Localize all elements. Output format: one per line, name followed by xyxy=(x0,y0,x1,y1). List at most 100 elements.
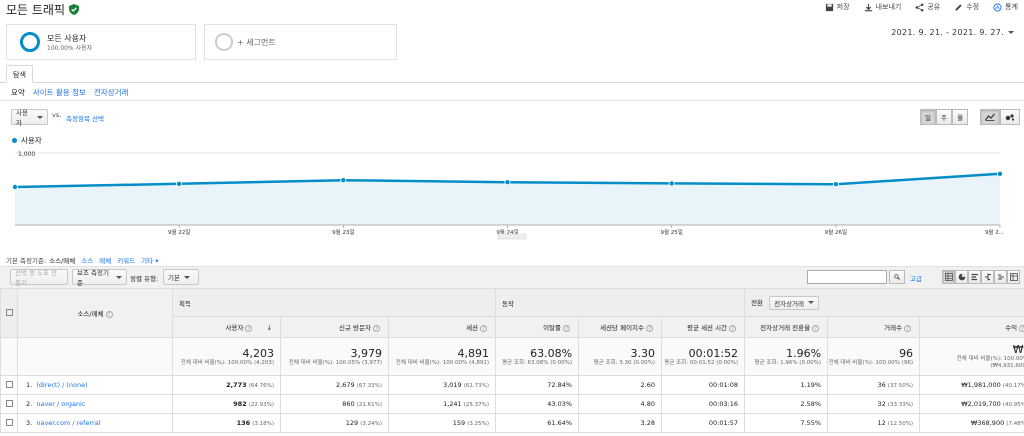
help-icon[interactable]: ? xyxy=(904,325,912,332)
help-icon[interactable]: ? xyxy=(105,311,113,318)
granularity-day-button[interactable]: 일 xyxy=(920,109,936,125)
row-users: 982 (22.93%) xyxy=(172,394,281,414)
data-point xyxy=(668,180,675,187)
table-search-input[interactable] xyxy=(807,270,887,284)
row-checkbox[interactable] xyxy=(5,399,13,407)
secondary-dimension-select[interactable]: 보조 측정기준 xyxy=(72,269,127,287)
add-segment-label: + 세그먼트 xyxy=(237,38,276,47)
col-users[interactable]: 사용자? ↓ xyxy=(172,316,281,338)
subtab-summary[interactable]: 요약 xyxy=(11,87,25,98)
pivot-view-button[interactable] xyxy=(1007,270,1020,284)
row-checkbox[interactable] xyxy=(5,380,13,388)
dimension-source-medium: 소스/매체 xyxy=(49,257,76,265)
data-point xyxy=(340,177,347,184)
row-checkbox[interactable] xyxy=(5,418,13,426)
search-button[interactable] xyxy=(889,270,905,284)
export-button[interactable]: 내보내기 xyxy=(864,2,901,12)
motion-chart-button[interactable] xyxy=(1000,109,1020,125)
dimension-source[interactable]: 소스 xyxy=(81,255,93,265)
performance-view-button[interactable] xyxy=(968,270,981,284)
edit-button[interactable]: 수정 xyxy=(954,2,979,12)
row-sessions-pct: (25.37%) xyxy=(463,402,490,408)
table-view-toggle xyxy=(942,270,1020,284)
save-button[interactable]: 저장 xyxy=(825,2,850,12)
total-value: 00:01:52 xyxy=(688,346,739,360)
row-sessions-pct: (3.25%) xyxy=(467,421,490,427)
help-icon[interactable]: ? xyxy=(563,325,571,332)
save-label: 저장 xyxy=(836,3,850,11)
col-transactions[interactable]: 거래수? xyxy=(827,316,921,338)
row-new-visitors: 2,679 (67.33%) xyxy=(280,375,389,395)
help-icon[interactable]: ? xyxy=(245,325,253,332)
sort-type-select[interactable]: 기본 xyxy=(163,269,199,285)
help-icon[interactable]: ? xyxy=(646,325,654,332)
help-icon[interactable]: ? xyxy=(373,325,380,332)
row-revenue-pct: (7.48%) xyxy=(1006,421,1024,427)
row-revenue: ₩2,019,700 (40.95%) xyxy=(919,394,1024,414)
share-button[interactable]: 공유 xyxy=(915,2,940,12)
chevron-down-icon xyxy=(808,301,815,304)
advanced-filter-link[interactable]: 고급 xyxy=(910,273,922,283)
term-cloud-view-button[interactable] xyxy=(994,270,1007,284)
col-new-visitors[interactable]: 신규 방문자? xyxy=(280,316,389,338)
granularity-week-button[interactable]: 주 xyxy=(935,109,952,125)
col-sessions[interactable]: 세션? xyxy=(387,316,497,338)
col-pages-per-session-label: 세션당 페이지수 xyxy=(600,324,645,332)
table-view-button[interactable] xyxy=(942,270,955,284)
conversion-select[interactable]: 전자상거래 xyxy=(769,295,820,310)
subtab-ecommerce[interactable]: 전자상거래 xyxy=(94,87,129,98)
dimension-header-label: 소스/매체 xyxy=(77,310,104,318)
sort-desc-icon: ↓ xyxy=(266,324,272,332)
row-checkbox-cell xyxy=(0,394,18,414)
total-value: 4,891 xyxy=(457,346,490,360)
total-note: 전체 대비 비율(%): 100.00% (4,891) xyxy=(395,359,490,366)
col-new-visitors-label: 신규 방문자 xyxy=(339,324,371,332)
pie-view-button[interactable] xyxy=(955,270,968,284)
row-users-pct: (22.93%) xyxy=(248,402,274,408)
metric-select[interactable]: 사용자 xyxy=(11,109,48,127)
select-metric-link[interactable]: 측정항목 선택 xyxy=(66,113,104,123)
row-dimension-link[interactable]: naver.com / referral xyxy=(36,419,100,427)
row-transactions: 12 (12.50%) xyxy=(827,413,921,433)
col-bounce-rate[interactable]: 이탈률? xyxy=(495,316,580,338)
tab-explore[interactable]: 탐색 xyxy=(6,65,33,83)
dimension-other[interactable]: 기타 ▾ xyxy=(141,255,158,265)
row-sessions: 159 (3.25%) xyxy=(387,413,497,433)
segment-all-users[interactable]: 모든 사용자 100.00% 사용자 xyxy=(6,24,196,60)
row-tx-value: 32 xyxy=(877,400,886,408)
date-range-text: 2021. 9. 21. - 2021. 9. 27. xyxy=(891,28,1004,37)
help-icon[interactable]: ? xyxy=(812,325,820,332)
row-tx-value: 36 xyxy=(877,381,886,389)
total-conversion-rate: 1.96% 평균 조회: 1.96% (0.00%) xyxy=(744,337,829,376)
plot-rows-button[interactable]: 선택 행 도표 만들기 xyxy=(10,269,68,287)
subtab-site-usage[interactable]: 사이트 활용 정보 xyxy=(33,87,86,98)
granularity-month-button[interactable]: 월 xyxy=(951,109,968,125)
col-revenue[interactable]: 수익? xyxy=(919,316,1024,338)
pie-chart-icon xyxy=(958,273,965,281)
col-bounce-rate-label: 이탈률 xyxy=(543,324,562,332)
date-range-picker[interactable]: 2021. 9. 21. - 2021. 9. 27. xyxy=(891,28,1014,37)
row-sessions-value: 159 xyxy=(452,419,466,427)
row-tx-value: 12 xyxy=(877,419,886,427)
subtab-bar: 요약 사이트 활용 정보 전자상거래 xyxy=(11,87,128,98)
row-dimension-link[interactable]: (direct) / (none) xyxy=(36,381,87,389)
col-conversion-rate[interactable]: 전자상거래 전환율? xyxy=(744,316,829,338)
dimension-header[interactable]: 소스/매체? xyxy=(17,288,173,338)
add-segment-button[interactable]: + 세그먼트 xyxy=(204,24,397,60)
help-icon[interactable]: ? xyxy=(1019,325,1024,332)
row-dimension-link[interactable]: naver / organic xyxy=(36,400,85,408)
help-icon[interactable]: ? xyxy=(729,325,737,332)
tab-strip xyxy=(0,65,1024,83)
line-chart-button[interactable] xyxy=(980,109,1000,125)
table-row: 1. (direct) / (none) 2,773 (64.76%) 2,679 … xyxy=(0,375,1024,395)
dimension-keyword[interactable]: 키워드 xyxy=(117,255,135,265)
col-avg-session-duration[interactable]: 평균 세션 시간? xyxy=(661,316,746,338)
row-tx-pct: (12.50%) xyxy=(887,421,914,427)
dimension-medium[interactable]: 매체 xyxy=(99,255,111,265)
help-icon[interactable]: ? xyxy=(480,325,488,332)
col-pages-per-session[interactable]: 세션당 페이지수? xyxy=(578,316,663,338)
comparison-view-button[interactable] xyxy=(981,270,994,284)
insights-button[interactable]: 통계 xyxy=(993,2,1018,12)
edit-label: 수정 xyxy=(966,3,980,11)
select-all-checkbox[interactable] xyxy=(5,308,13,316)
